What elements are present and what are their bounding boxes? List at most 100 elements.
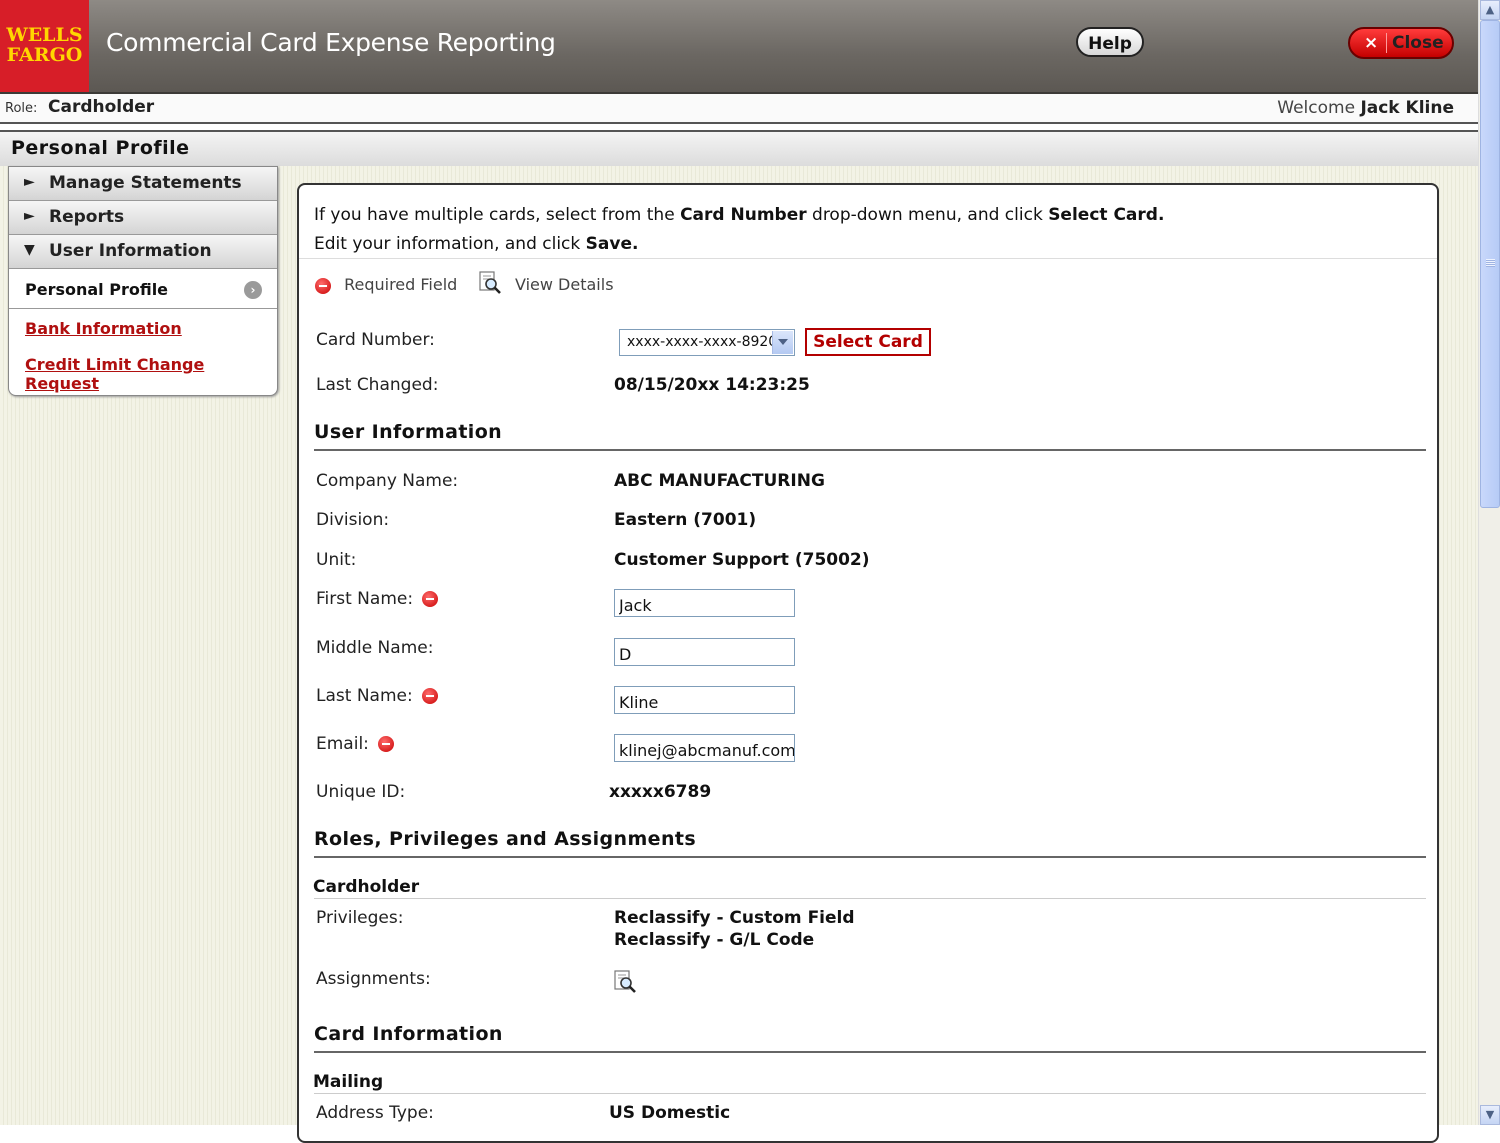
instruction-emphasis: Select Card.	[1048, 205, 1165, 225]
unit-label: Unit:	[316, 550, 357, 570]
company-name-label: Company Name:	[316, 471, 459, 491]
privileges-label: Privileges:	[316, 908, 404, 928]
sidebar-item-manage-statements[interactable]: ► Manage Statements	[9, 167, 277, 201]
card-information-heading: Card Information	[314, 1023, 503, 1045]
field-label: First Name:	[316, 589, 414, 609]
welcome-prefix: Welcome	[1277, 98, 1356, 118]
card-number-label: Card Number:	[316, 330, 435, 350]
instruction-line-1: If you have multiple cards, select from …	[314, 201, 1164, 230]
unique-id-label: Unique ID:	[316, 782, 406, 802]
select-card-button[interactable]: Select Card	[805, 328, 931, 356]
middle-name-field[interactable]	[614, 638, 795, 666]
close-button-label: Close	[1392, 33, 1444, 53]
field-label: Email:	[316, 734, 369, 754]
roles-heading: Roles, Privileges and Assignments	[314, 828, 697, 850]
user-name: Jack Kline	[1360, 98, 1454, 118]
mailing-heading: Mailing	[313, 1072, 384, 1092]
field-label: Last Name:	[316, 686, 413, 706]
view-assignments-icon[interactable]	[612, 969, 638, 995]
sidebar-nav: ► Manage Statements ► Reports ▼ User Inf…	[8, 166, 278, 396]
expand-arrow-icon: ►	[24, 208, 35, 224]
sidebar-item-label: Reports	[49, 207, 125, 227]
email-label: Email:	[316, 734, 395, 754]
view-details-legend: View Details	[515, 275, 614, 294]
app-header: WELLS FARGO Commercial Card Expense Repo…	[0, 0, 1478, 94]
logo-line-1: WELLS	[6, 24, 83, 46]
last-changed-label: Last Changed:	[316, 375, 439, 395]
role-name-heading: Cardholder	[313, 877, 420, 897]
instruction-text: If you have multiple cards, select from …	[314, 205, 681, 225]
section-divider	[314, 856, 1426, 858]
role-value: Cardholder	[48, 97, 155, 117]
card-number-selected: xxxx-xxxx-xxxx-8920	[627, 334, 778, 350]
unit-value: Customer Support (75002)	[614, 550, 870, 570]
profile-panel: If you have multiple cards, select from …	[297, 183, 1439, 1143]
assignments-label: Assignments:	[316, 969, 431, 989]
last-name-label: Last Name:	[316, 686, 439, 706]
wells-fargo-logo: WELLS FARGO	[0, 0, 89, 92]
instruction-emphasis: Card Number	[680, 205, 807, 225]
privilege-2: Reclassify - G/L Code	[614, 930, 815, 950]
sidebar-item-label: Personal Profile	[25, 280, 169, 299]
instruction-text: Edit your information, and click	[314, 234, 586, 254]
close-icon: ×	[1364, 33, 1379, 53]
instruction-text: drop-down menu, and click	[806, 205, 1049, 225]
role-label: Role:	[5, 101, 38, 116]
middle-name-label: Middle Name:	[316, 638, 434, 658]
section-divider	[314, 1051, 1426, 1053]
required-icon	[422, 688, 439, 704]
user-information-heading: User Information	[314, 421, 503, 443]
required-field-legend: Required Field	[315, 275, 457, 294]
scrollbar-grip	[1486, 259, 1495, 267]
page-title: Personal Profile	[11, 137, 190, 159]
arrow-right-circle-icon: ›	[244, 281, 262, 299]
chevron-down-icon[interactable]	[772, 331, 793, 354]
welcome-message: Welcome Jack Kline	[1277, 98, 1454, 118]
help-button[interactable]: Help	[1076, 27, 1144, 57]
view-details-icon	[479, 271, 501, 294]
unique-id-value: xxxxx6789	[609, 782, 712, 802]
sidebar-item-personal-profile[interactable]: Personal Profile ›	[9, 270, 277, 309]
close-button-divider	[1386, 33, 1387, 53]
address-type-label: Address Type:	[316, 1103, 434, 1123]
instructions: If you have multiple cards, select from …	[314, 201, 1164, 259]
section-divider	[314, 449, 1426, 451]
vertical-scrollbar[interactable]: ▲ ▼	[1478, 0, 1500, 1125]
privilege-1: Reclassify - Custom Field	[614, 908, 855, 928]
role-bar: Role: Cardholder Welcome Jack Kline	[0, 94, 1478, 124]
first-name-field[interactable]	[614, 589, 795, 617]
division-label: Division:	[316, 510, 390, 530]
division-value: Eastern (7001)	[614, 510, 757, 530]
divider	[299, 258, 1437, 259]
subsection-divider	[314, 1093, 1426, 1094]
legend-label: Required Field	[344, 275, 458, 294]
instruction-line-2: Edit your information, and click Save.	[314, 230, 1164, 259]
company-name-value: ABC MANUFACTURING	[614, 471, 825, 491]
first-name-label: First Name:	[316, 589, 439, 609]
address-type-value: US Domestic	[609, 1103, 731, 1123]
sidebar-item-user-information[interactable]: ▼ User Information	[9, 235, 277, 269]
scroll-up-icon[interactable]: ▲	[1480, 0, 1500, 20]
sidebar-item-label: Manage Statements	[49, 173, 242, 193]
required-icon	[315, 277, 331, 294]
logo-line-2: FARGO	[6, 44, 83, 66]
sidebar-item-reports[interactable]: ► Reports	[9, 201, 277, 235]
expand-arrow-icon: ►	[24, 174, 35, 190]
credit-limit-change-request-link[interactable]: Credit Limit Change Request	[25, 355, 277, 393]
card-number-select[interactable]: xxxx-xxxx-xxxx-8920	[619, 329, 795, 356]
last-changed-value: 08/15/20xx 14:23:25	[614, 375, 810, 395]
scrollbar-thumb[interactable]	[1480, 20, 1500, 508]
email-field[interactable]	[614, 734, 795, 762]
subsection-divider	[314, 898, 1426, 899]
collapse-arrow-icon: ▼	[24, 242, 35, 258]
required-icon	[378, 736, 395, 752]
required-icon	[422, 591, 439, 607]
sidebar-item-label: User Information	[49, 241, 212, 261]
app-title: Commercial Card Expense Reporting	[106, 28, 556, 57]
page-title-bar: Personal Profile	[0, 130, 1478, 167]
instruction-emphasis: Save.	[585, 234, 639, 254]
scroll-down-icon[interactable]: ▼	[1480, 1105, 1500, 1125]
close-button[interactable]: × Close	[1348, 27, 1454, 59]
bank-information-link[interactable]: Bank Information	[25, 319, 182, 338]
last-name-field[interactable]	[614, 686, 795, 714]
